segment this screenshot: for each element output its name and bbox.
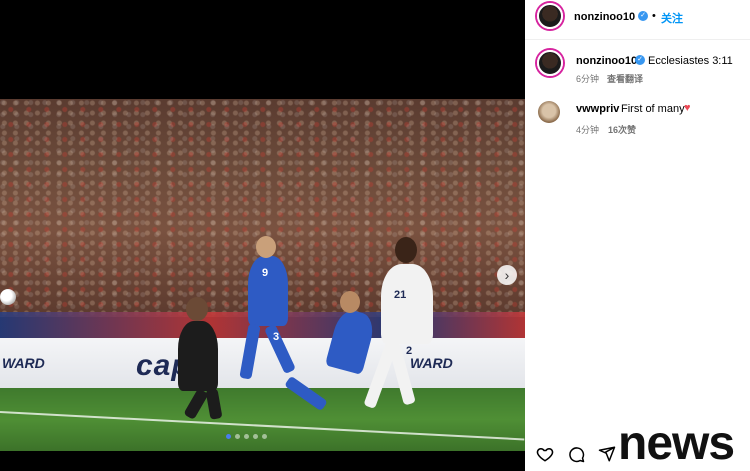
carousel-dot [262, 434, 267, 439]
separator: • [652, 10, 656, 22]
player-number: 9 [262, 267, 269, 279]
avatar[interactable] [538, 101, 560, 123]
send-icon[interactable] [597, 444, 617, 464]
post-photo: WARD capi WARD 9 3 21 2 [0, 99, 525, 451]
carousel-dot [226, 434, 231, 439]
chevron-right-icon[interactable]: › [497, 265, 517, 285]
header-username[interactable]: nonzinoo10 [574, 11, 635, 23]
player-head [256, 236, 276, 258]
carousel-dots [226, 434, 267, 439]
player-white-21 [381, 264, 433, 344]
translate-link[interactable]: 查看翻译 [607, 72, 643, 85]
football [0, 289, 16, 305]
avatar[interactable] [537, 3, 563, 29]
follow-button[interactable]: 关注 [661, 10, 683, 26]
news-watermark: news [618, 417, 735, 470]
caption-username[interactable]: nonzinoo10 [576, 55, 637, 67]
carousel-dot [235, 434, 240, 439]
caption-text: Ecclesiastes 3:11 [648, 55, 733, 67]
heart-emoji: ♥ [684, 102, 691, 114]
player-number: 3 [273, 331, 280, 343]
comment-username[interactable]: vwwpriv [576, 103, 619, 115]
player-number: 2 [406, 345, 413, 357]
player-head [186, 297, 208, 321]
comment-likes[interactable]: 16次赞 [608, 123, 636, 136]
comment-time: 4分钟 [576, 125, 600, 135]
verified-badge-icon: ✓ [635, 55, 645, 65]
player-number: 21 [394, 289, 407, 301]
banner-text-right: WARD [410, 355, 453, 371]
avatar[interactable] [537, 50, 563, 76]
post-side-panel: nonzinoo10 ✓ • 关注 nonzinoo10 ✓ Ecclesias… [525, 0, 750, 471]
carousel-dot [253, 434, 258, 439]
player-head [340, 291, 360, 313]
banner-text-left: WARD [2, 355, 45, 371]
player-head [395, 237, 417, 263]
heart-icon[interactable] [535, 444, 555, 464]
pitch [0, 388, 525, 451]
caption-time: 6分钟 [576, 74, 600, 84]
player-goalkeeper [178, 321, 218, 391]
carousel-dot [244, 434, 249, 439]
comment-text: First of many [621, 103, 685, 115]
comment-icon[interactable] [566, 444, 586, 464]
verified-badge-icon: ✓ [638, 11, 648, 21]
post-media: WARD capi WARD 9 3 21 2 › [0, 0, 525, 471]
post-header: nonzinoo10 ✓ • 关注 [525, 0, 750, 40]
